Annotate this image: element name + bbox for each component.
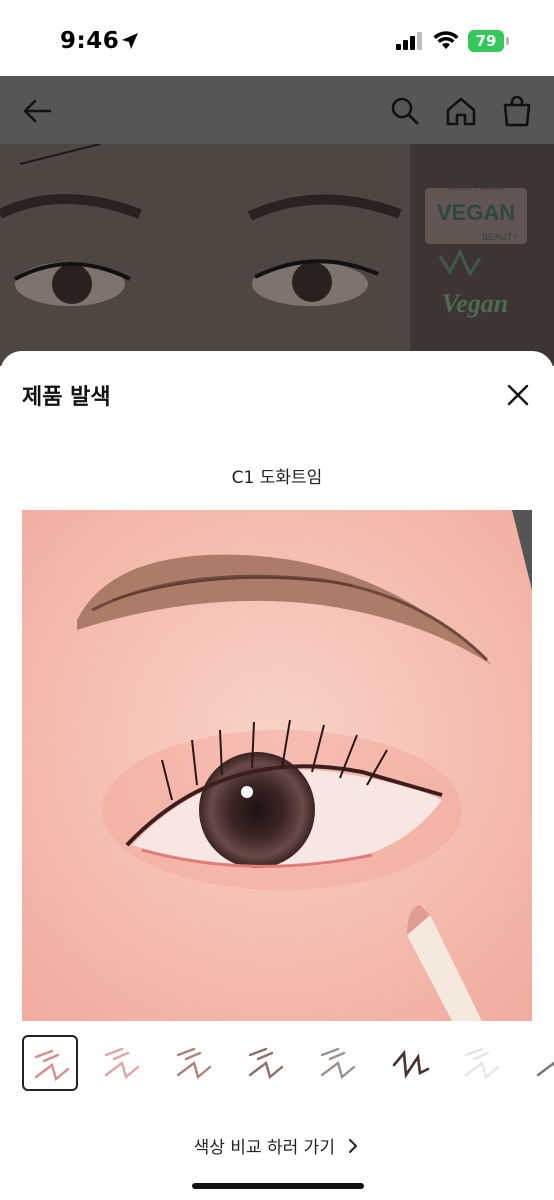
location-arrow-icon: [122, 33, 138, 49]
wifi-icon: [433, 31, 459, 49]
status-time: 9:46: [60, 28, 120, 54]
swatch-stroke: [34, 1049, 70, 1082]
swatch-stroke: [320, 1047, 356, 1080]
shade-thumb[interactable]: [454, 1035, 510, 1091]
home-icon[interactable]: [444, 94, 478, 128]
battery-icon: 79: [468, 30, 510, 52]
shade-thumb[interactable]: [166, 1035, 222, 1091]
close-icon[interactable]: [504, 381, 532, 409]
shade-thumbnail-strip: [22, 1035, 554, 1093]
shade-thumb[interactable]: [526, 1035, 554, 1091]
swatch-stroke: [464, 1047, 500, 1080]
battery-level: 79: [475, 32, 497, 50]
shade-bottom-sheet: 제품 발색 C1 도화트임 색상 비교 하러 가기: [0, 351, 554, 1200]
search-icon[interactable]: [388, 94, 422, 128]
swatch-stroke: [176, 1047, 212, 1080]
shade-thumb[interactable]: [22, 1035, 78, 1091]
cellular-signal-icon: [396, 32, 422, 50]
badge-vegan-script: Vegan: [442, 289, 508, 318]
product-model-photo: OLIVE YOUNG VEGAN BEAUTY Vegan: [0, 144, 554, 366]
shade-thumb[interactable]: [94, 1035, 150, 1091]
sheet-title: 제품 발색: [22, 385, 111, 410]
shade-thumb[interactable]: [310, 1035, 366, 1091]
status-bar: 9:46 79: [0, 0, 554, 80]
dimmed-background-page[interactable]: OLIVE YOUNG VEGAN BEAUTY Vegan: [0, 76, 554, 366]
back-arrow-icon[interactable]: [20, 94, 54, 128]
shade-swatch-photo: [22, 510, 532, 1021]
shade-thumb[interactable]: [382, 1035, 438, 1091]
top-app-bar: [0, 76, 554, 144]
swatch-stroke: [104, 1047, 140, 1080]
swatch-stroke: [536, 1061, 554, 1077]
swatch-stroke: [248, 1047, 284, 1080]
badge-olive-young: OLIVE YOUNG: [449, 183, 504, 192]
compare-shades-label: 색상 비교 하러 가기: [193, 1138, 335, 1158]
chevron-right-icon: [349, 1138, 358, 1153]
home-indicator[interactable]: [192, 1183, 364, 1189]
shade-name: C1 도화트임: [231, 468, 323, 488]
badge-vegan: VEGAN: [437, 200, 515, 225]
badge-beauty: BEAUTY: [482, 232, 518, 242]
shade-thumb[interactable]: [238, 1035, 294, 1091]
shopping-bag-icon[interactable]: [500, 94, 534, 128]
swatch-stroke: [392, 1049, 430, 1079]
battery-tip: [506, 37, 509, 45]
compare-shades-link[interactable]: 색상 비교 하러 가기: [0, 1133, 554, 1158]
